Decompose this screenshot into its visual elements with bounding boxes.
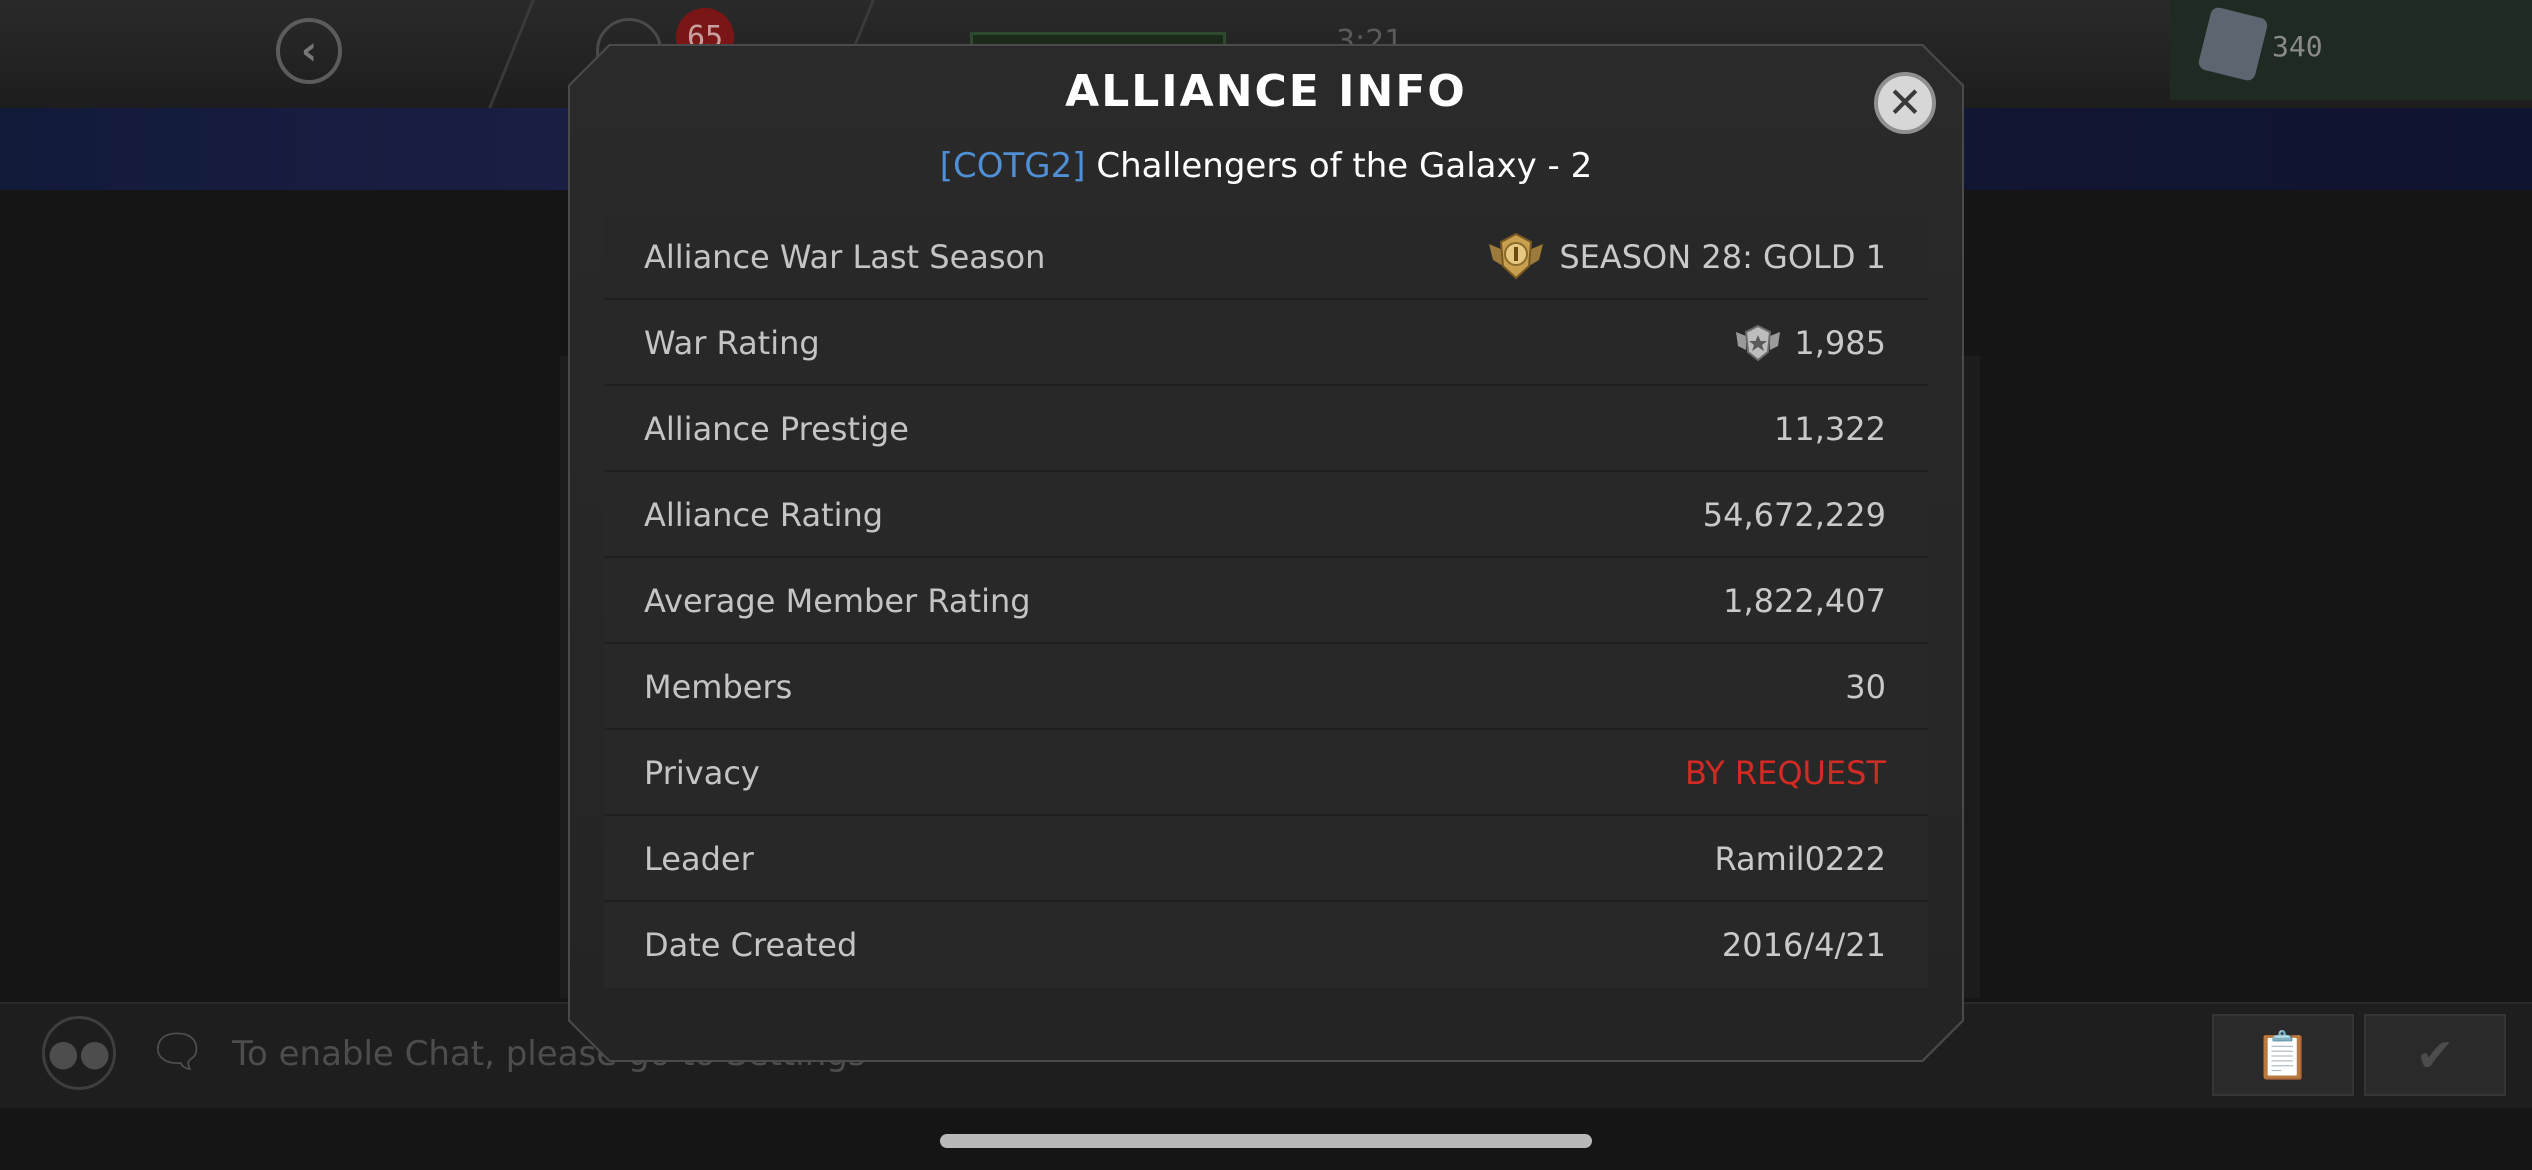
info-row-war-season: Alliance War Last Season SEASON 28: GOLD… [604, 214, 1928, 300]
chat-icon[interactable]: 🗨 [148, 1024, 206, 1079]
close-icon: ✕ [1887, 78, 1923, 127]
privacy-value: BY REQUEST [1685, 730, 1886, 816]
info-label: Alliance Rating [644, 496, 884, 534]
war-rating-icon [1736, 324, 1781, 362]
gold-tier-icon [1489, 232, 1544, 280]
info-label: Date Created [644, 926, 858, 964]
back-button[interactable]: ‹ [276, 18, 342, 84]
modal-title: ALLIANCE INFO [1065, 66, 1467, 117]
alliance-tag: [COTG2] [939, 146, 1086, 186]
confirm-button[interactable]: ✔ [2364, 1014, 2506, 1096]
home-indicator[interactable] [940, 1134, 1592, 1148]
info-table: Alliance War Last Season SEASON 28: GOLD… [604, 214, 1928, 994]
chevron-left-icon: ‹ [300, 28, 318, 74]
leader-value[interactable]: Ramil0222 [1714, 816, 1886, 902]
info-row-leader: Leader Ramil0222 [604, 816, 1928, 902]
avg-member-rating-value: 1,822,407 [1723, 582, 1886, 620]
alliance-rating-value: 54,672,229 [1702, 496, 1886, 534]
info-label: War Rating [644, 324, 820, 362]
info-row-war-rating: War Rating 1,985 [604, 300, 1928, 386]
alliance-info-modal: ALLIANCE INFO ✕ [COTG2] Challengers of t… [570, 46, 1962, 1060]
info-row-alliance-rating: Alliance Rating 54,672,229 [604, 472, 1928, 558]
privacy-status: BY REQUEST [1684, 754, 1886, 792]
members-value: 30 [1845, 668, 1886, 706]
info-row-prestige: Alliance Prestige 11,322 [604, 386, 1928, 472]
clipboard-icon: 📋 [2254, 1027, 2312, 1082]
war-season-value: SEASON 28: GOLD 1 [1559, 238, 1886, 276]
info-row-date-created: Date Created 2016/4/21 [604, 902, 1928, 988]
info-row-avg-member-rating: Average Member Rating 1,822,407 [604, 558, 1928, 644]
info-label: Leader [644, 840, 754, 878]
close-button[interactable]: ✕ [1874, 72, 1936, 134]
prestige-value: 11,322 [1774, 410, 1886, 448]
war-rating-value: 1,985 [1794, 324, 1886, 362]
top-bar-divider [488, 0, 535, 108]
info-value: SEASON 28: GOLD 1 [1485, 214, 1886, 300]
info-label: Alliance Prestige [644, 410, 909, 448]
alliance-name: Challengers of the Galaxy - 2 [1096, 146, 1593, 186]
checkmark-icon: ✔ [2415, 1028, 2455, 1082]
info-row-members: Members 30 [604, 644, 1928, 730]
info-label: Average Member Rating [644, 582, 1031, 620]
alliance-subtitle: [COTG2] Challengers of the Galaxy - 2 [570, 146, 1962, 186]
date-created-value: 2016/4/21 [1721, 926, 1886, 964]
info-label: Alliance War Last Season [644, 238, 1046, 276]
info-value: 1,985 [1734, 300, 1886, 386]
quests-button[interactable]: 📋 [2212, 1014, 2354, 1096]
info-label: Privacy [644, 754, 760, 792]
info-row-privacy: Privacy BY REQUEST [604, 730, 1928, 816]
info-label: Members [644, 668, 793, 706]
units-value: 340 [2272, 30, 2323, 63]
alliance-members-icon[interactable]: ●● [42, 1016, 116, 1090]
